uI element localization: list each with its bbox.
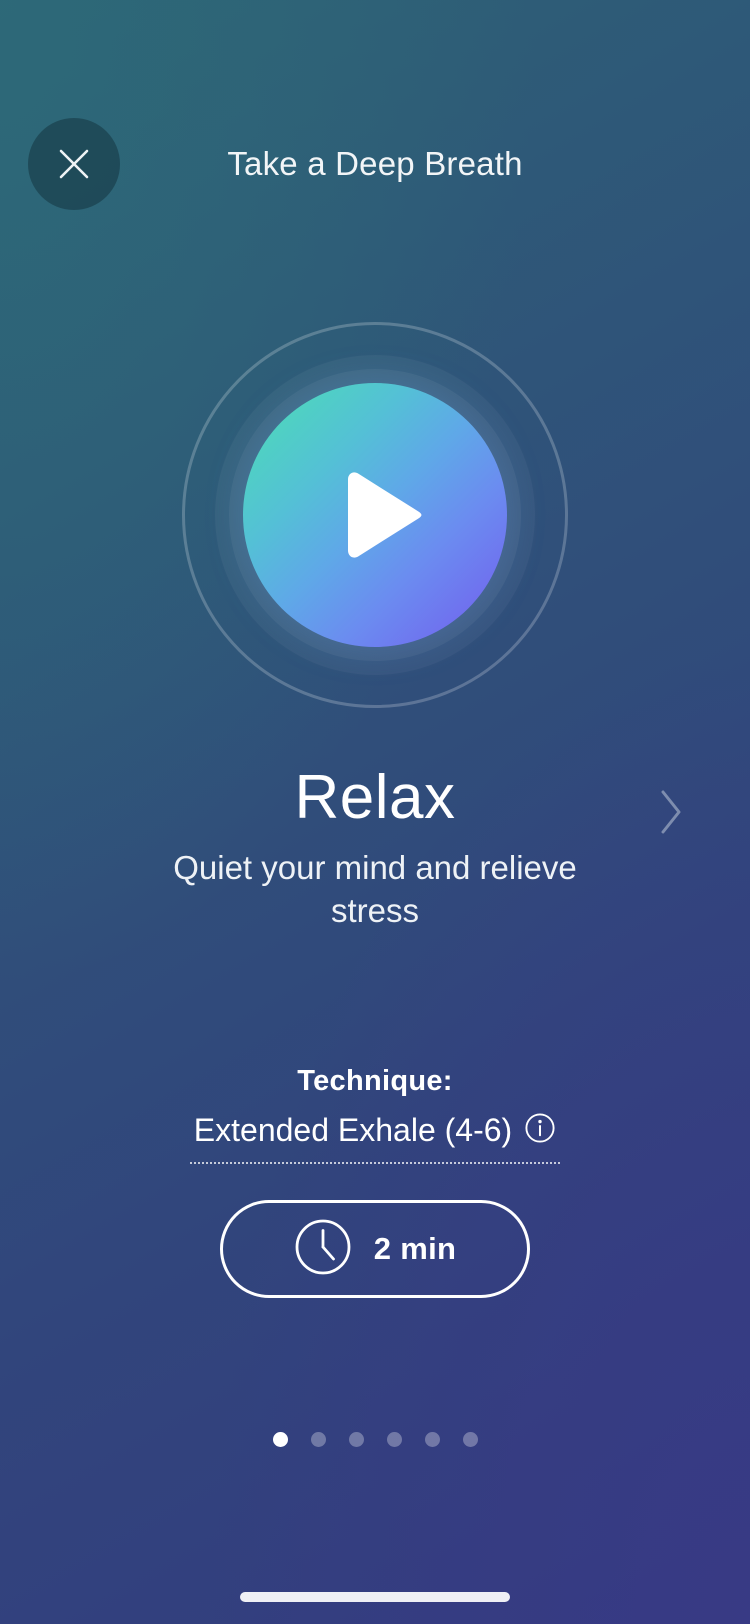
session-info: Relax Quiet your mind and relieve stress (0, 760, 750, 932)
pagination-dot-0[interactable] (272, 1432, 288, 1447)
close-button[interactable] (28, 118, 120, 210)
info-icon[interactable] (524, 1112, 556, 1149)
duration-value: 2 min (373, 1231, 457, 1266)
header: Take a Deep Breath (0, 118, 750, 218)
play-icon (322, 467, 428, 563)
pagination-dots (0, 1432, 750, 1447)
pagination-dot-1[interactable] (310, 1432, 326, 1447)
duration-button[interactable]: 2 min (220, 1200, 530, 1298)
session-title: Relax (294, 763, 456, 832)
clock-icon (294, 1218, 352, 1281)
pagination-dot-3[interactable] (386, 1432, 402, 1447)
play-button[interactable] (243, 383, 507, 647)
session-subtitle: Quiet your mind and relieve stress (173, 849, 577, 929)
pagination-dot-4[interactable] (424, 1432, 440, 1447)
technique-section: Technique: Extended Exhale (4-6) (0, 1062, 750, 1164)
technique-label: Technique: (297, 1065, 453, 1097)
home-indicator (240, 1592, 510, 1602)
technique-value: Extended Exhale (4-6) (193, 1112, 513, 1148)
close-icon (54, 144, 94, 184)
pagination-dot-5[interactable] (462, 1432, 478, 1447)
technique-selector[interactable]: Extended Exhale (4-6) (189, 1110, 561, 1164)
pagination-dot-2[interactable] (348, 1432, 364, 1447)
play-circle-area (182, 322, 568, 708)
breathing-session-screen: Take a Deep Breath Relax Quiet your mind… (0, 0, 750, 1624)
